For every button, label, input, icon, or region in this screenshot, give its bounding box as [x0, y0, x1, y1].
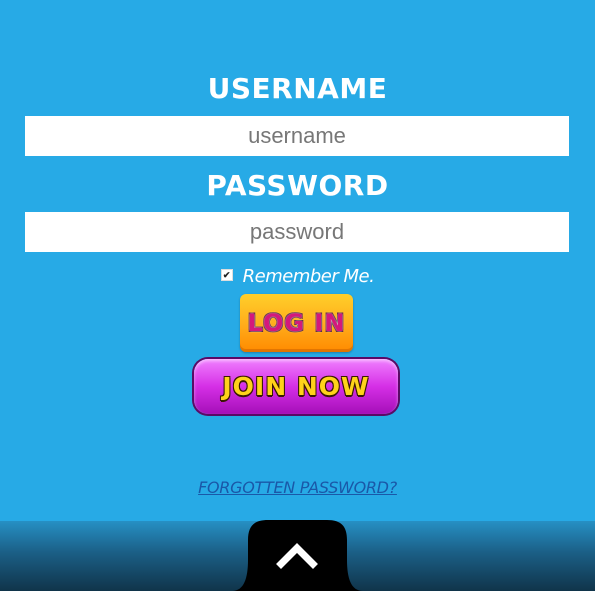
scroll-to-top-button[interactable]	[0, 520, 595, 591]
join-now-button[interactable]: JOIN NOW	[194, 359, 398, 414]
join-now-button-label: JOIN NOW	[222, 372, 370, 401]
remember-me-checkbox[interactable]: ✔	[220, 268, 233, 281]
password-field[interactable]	[25, 212, 569, 252]
password-label: PASSWORD	[206, 169, 389, 202]
remember-me-label[interactable]: Remember Me.	[243, 266, 375, 287]
login-button[interactable]: LOG IN	[240, 294, 353, 352]
login-button-label: LOG IN	[247, 309, 346, 337]
remember-me: ✔ Remember Me.	[0, 266, 595, 287]
login-panel: USERNAME PASSWORD ✔ Remember Me. LOG IN J…	[0, 0, 595, 591]
username-label: USERNAME	[207, 72, 388, 105]
forgot-password-link[interactable]: FORGOTTEN PASSWORD?	[0, 478, 595, 497]
chevron-up-icon	[232, 520, 363, 591]
username-field[interactable]	[25, 116, 569, 156]
